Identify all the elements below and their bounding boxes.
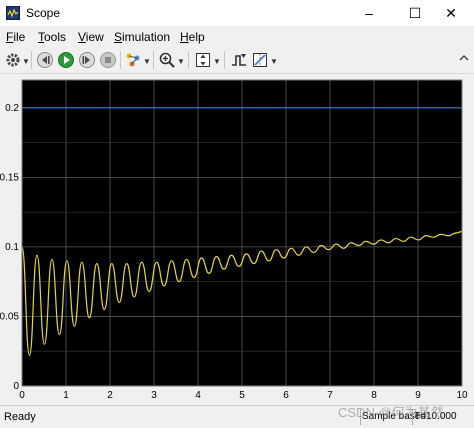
toolbar-separator	[188, 51, 189, 69]
y-tick-label: 0.2	[5, 103, 19, 114]
y-tick-label: 0	[13, 381, 19, 392]
watermark: CSDN @何为其然	[338, 405, 444, 420]
x-tick-label: 6	[283, 390, 289, 401]
toolbar: ▼ ▼ ▼ ▼ ▼	[0, 47, 474, 74]
window-title: Scope	[26, 6, 61, 20]
highlight-icon[interactable]	[124, 51, 142, 69]
x-tick-label: 7	[327, 390, 333, 401]
x-tick-label: 1	[63, 390, 69, 401]
y-tick-label: 0.1	[5, 242, 19, 253]
x-tick-label: 8	[371, 390, 377, 401]
step-forward-icon[interactable]	[78, 51, 96, 69]
scope-chart[interactable]: 0 1 2 3 4 5 6 7 8 9 10 0 0.05 0.1 0.15 0.2	[0, 74, 474, 404]
y-tick-label: 0.15	[0, 172, 19, 183]
step-back-icon[interactable]	[36, 51, 54, 69]
measure-dropdown-icon[interactable]: ▼	[270, 57, 278, 66]
highlight-dropdown-icon[interactable]: ▼	[143, 57, 151, 66]
toolbar-separator	[120, 51, 121, 69]
stop-icon[interactable]	[99, 51, 117, 69]
toolbar-separator	[224, 51, 225, 69]
toolbar-separator	[31, 51, 32, 69]
menu-view[interactable]: View	[78, 30, 104, 44]
scope-app-icon	[6, 6, 20, 20]
gear-icon[interactable]	[4, 51, 22, 69]
x-tick-label: 2	[107, 390, 113, 401]
menu-file-rest: ile	[13, 30, 26, 44]
x-tick-label: 9	[415, 390, 421, 401]
status-ready: Ready	[4, 411, 36, 423]
fit-axes-icon[interactable]	[194, 51, 212, 69]
menu-view-rest: iew	[85, 30, 104, 44]
zoom-dropdown-icon[interactable]: ▼	[177, 57, 185, 66]
run-icon[interactable]	[57, 51, 75, 69]
x-tick-label: 0	[19, 390, 25, 401]
fit-axes-dropdown-icon[interactable]: ▼	[213, 57, 221, 66]
x-tick-label: 3	[151, 390, 157, 401]
menu-file[interactable]: File	[6, 30, 25, 44]
triggers-icon[interactable]	[230, 51, 248, 69]
menu-tools[interactable]: Tools	[38, 30, 66, 44]
cursor-measure-icon[interactable]	[251, 51, 269, 69]
toolbar-separator	[153, 51, 154, 69]
x-tick-label: 4	[195, 390, 201, 401]
x-tick-label: 10	[456, 390, 468, 401]
menu-tools-rest: ools	[44, 30, 67, 44]
menu-simulation[interactable]: Simulation	[114, 30, 170, 44]
menu-simulation-rest: imulation	[122, 30, 171, 44]
expand-toolstrip-icon[interactable]	[457, 51, 471, 65]
plot-area: 0 1 2 3 4 5 6 7 8 9 10 0 0.05 0.1 0.15 0.2	[0, 74, 474, 404]
zoom-icon[interactable]	[158, 51, 176, 69]
close-button[interactable]: ✕	[428, 0, 474, 26]
gear-dropdown-icon[interactable]: ▼	[22, 57, 30, 66]
y-tick-label: 0.05	[0, 311, 19, 322]
title-bar: Scope – ☐ ✕	[0, 0, 474, 26]
minimize-button[interactable]: –	[346, 0, 392, 26]
menu-bar: File Tools View Simulation Help	[0, 27, 474, 47]
x-tick-label: 5	[239, 390, 245, 401]
menu-help-rest: elp	[188, 30, 205, 44]
menu-help[interactable]: Help	[180, 30, 205, 44]
